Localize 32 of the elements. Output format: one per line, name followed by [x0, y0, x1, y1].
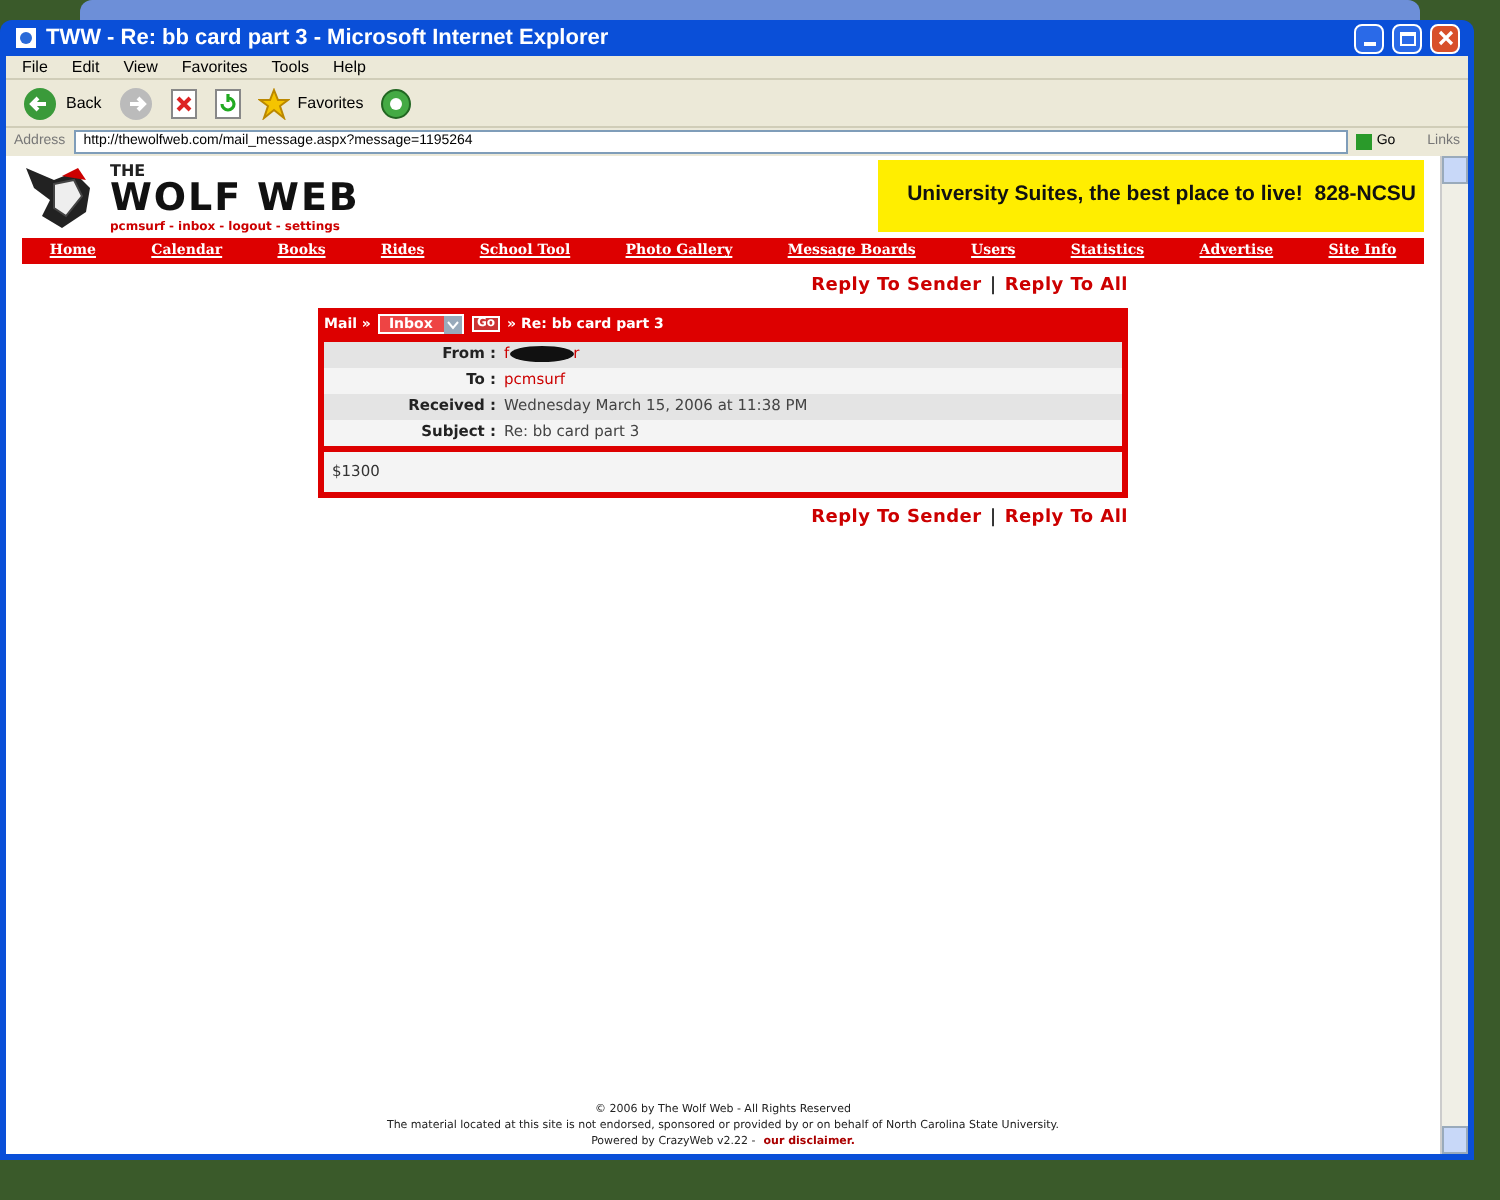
logo-title: WOLF WEB [110, 180, 360, 218]
redaction-scribble [509, 346, 574, 362]
close-button[interactable] [1430, 23, 1460, 53]
menu-item[interactable]: Favorites [181, 55, 248, 79]
toolbar-button[interactable] [379, 87, 412, 119]
minimize-button[interactable] [1354, 23, 1384, 53]
close-icon [1437, 30, 1453, 46]
reply-link[interactable]: Reply To Sender [811, 274, 982, 301]
refresh-icon [213, 87, 242, 119]
advertisement-banner[interactable]: University Suites, the best place to live! 828-NCSU [878, 160, 1424, 232]
toolbar-button[interactable] [169, 87, 198, 119]
toolbar-button[interactable] [213, 87, 242, 119]
maximize-button[interactable] [1392, 23, 1422, 53]
menu-item[interactable]: View [123, 55, 158, 79]
separator: | [989, 505, 997, 531]
reply-link[interactable]: Reply To All [1004, 274, 1128, 301]
menu-item[interactable]: Help [332, 55, 366, 79]
dropdown-arrow-icon [444, 315, 463, 333]
logo-text: THE [110, 164, 148, 180]
window-title: TWW - Re: bb card part 3 - Microsoft Internet Explorer [46, 23, 611, 54]
reply-link[interactable]: Reply To Sender [811, 505, 982, 532]
menu-item[interactable]: Tools [271, 55, 309, 79]
menu-item[interactable]: Edit [71, 55, 100, 79]
menu-item[interactable]: File [22, 55, 48, 79]
ie-page-icon [14, 26, 38, 50]
stop-icon [169, 87, 198, 119]
reply-link[interactable]: Reply To All [1004, 505, 1128, 532]
separator: | [989, 274, 997, 300]
toolbar-button[interactable]: Favorites [257, 87, 364, 119]
toolbar-button[interactable]: Back [22, 85, 102, 121]
media-icon [379, 87, 412, 119]
star-icon [257, 87, 290, 119]
